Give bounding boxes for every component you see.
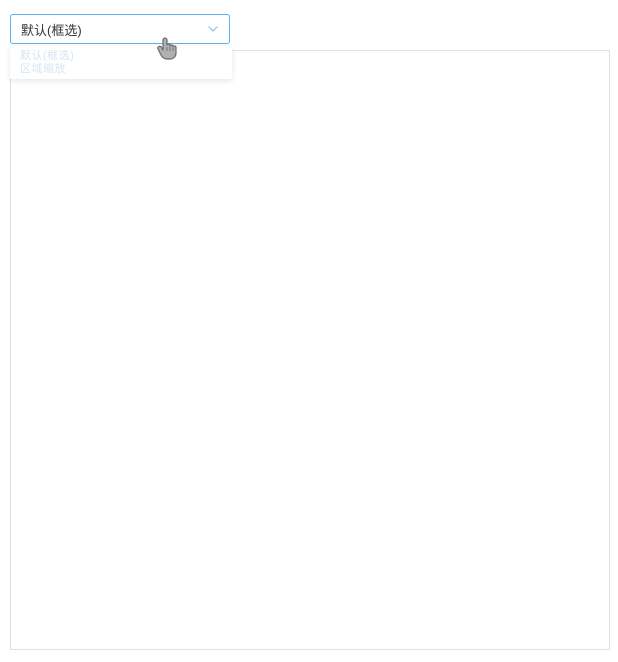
select-wrapper: 默认(框选) <box>10 14 230 44</box>
dropdown-option[interactable]: 区域缩放 <box>20 63 222 76</box>
main-content-panel <box>10 50 610 650</box>
dropdown-option[interactable]: 默认(框选) <box>20 50 222 63</box>
chevron-down-icon <box>207 23 219 35</box>
dropdown-panel[interactable]: 默认(框选) 区域缩放 <box>10 46 232 79</box>
select-current-label: 默认(框选) <box>21 20 82 39</box>
mode-select[interactable]: 默认(框选) <box>10 14 230 44</box>
